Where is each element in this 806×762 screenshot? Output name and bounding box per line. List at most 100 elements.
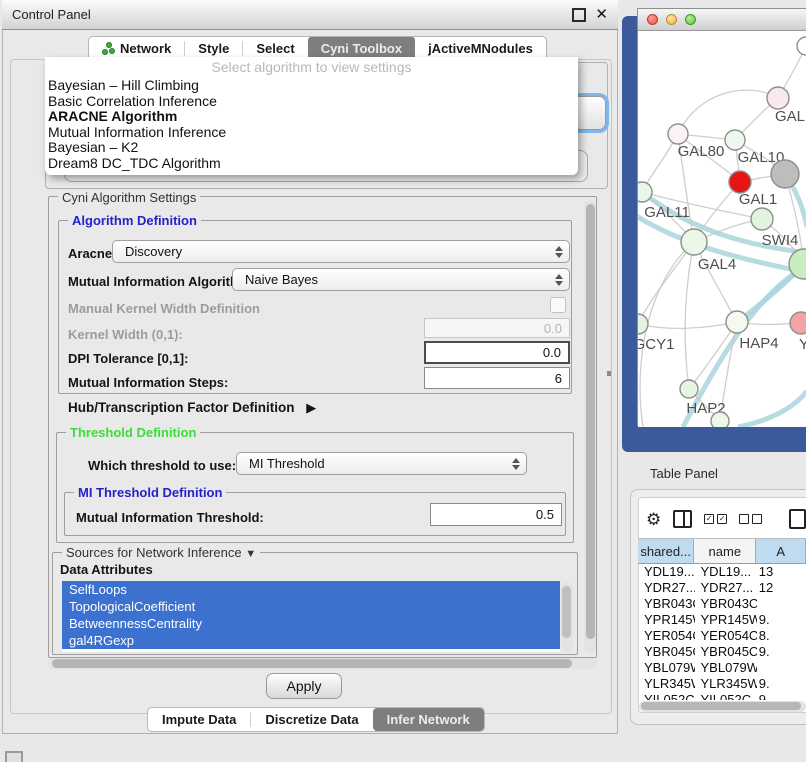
- which-threshold-combobox[interactable]: MI Threshold: [236, 452, 527, 475]
- network-node-label: Y: [799, 336, 806, 353]
- cyni-settings-group-title: Cyni Algorithm Settings: [58, 190, 200, 205]
- hub-definition-toggle[interactable]: Hub/Transcription Factor Definition ▶: [68, 400, 316, 416]
- network-node-hap4[interactable]: [726, 311, 748, 333]
- table-cell: YLR345W: [695, 676, 757, 692]
- tab-discretize-data[interactable]: Discretize Data: [251, 708, 372, 731]
- table-cell: YBR043C: [695, 596, 757, 612]
- table-cell: [757, 596, 806, 612]
- threshold-definition-title: Threshold Definition: [66, 425, 200, 440]
- network-node-swi4[interactable]: [751, 208, 773, 230]
- table-row[interactable]: YER054CYER054C8.: [638, 628, 806, 644]
- apply-button-label: Apply: [286, 678, 321, 694]
- aracne-mode-combobox[interactable]: Discovery: [112, 240, 570, 263]
- mi-threshold-group-title: MI Threshold Definition: [74, 485, 226, 500]
- settings-scrollbar-thumb[interactable]: [586, 204, 595, 639]
- network-node-label: GAL4: [698, 256, 736, 273]
- algorithm-option[interactable]: Dream8 DC_TDC Algorithm: [45, 156, 578, 172]
- zoom-traffic-icon[interactable]: [685, 14, 696, 25]
- algorithm-option[interactable]: Mutual Information Inference: [45, 125, 578, 141]
- table-row[interactable]: YDL19...YDL19...13: [638, 564, 806, 580]
- table-hscrollbar-thumb[interactable]: [641, 702, 801, 710]
- table-toolbar: ⚙ ✓✓: [640, 505, 806, 533]
- table-row[interactable]: YPR145WYPR145W9.: [638, 612, 806, 628]
- kernel-width-field[interactable]: 0.0: [424, 318, 570, 338]
- table-row[interactable]: YBL079WYBL079W: [638, 660, 806, 676]
- data-attribute-item[interactable]: gal4RGexp: [62, 632, 560, 649]
- table-cell: YBL079W: [638, 660, 695, 676]
- network-node-label: SWI4: [762, 232, 799, 249]
- collapse-down-icon: ▼: [245, 548, 256, 560]
- attr-list-scrollbar-thumb[interactable]: [562, 586, 571, 638]
- mi-steps-field[interactable]: 6: [424, 367, 570, 389]
- network-view-window: GALGAL80GAL10GAL1GAL11SWI4GAL4GCY1HAP4YH…: [637, 8, 806, 426]
- network-node[interactable]: [797, 37, 806, 55]
- columns-icon[interactable]: [673, 510, 692, 528]
- minimize-traffic-icon[interactable]: [666, 14, 677, 25]
- network-node-label: GAL11: [644, 204, 690, 221]
- network-node-y[interactable]: [790, 312, 806, 334]
- table-header-row: shared...nameA: [638, 538, 806, 564]
- data-attributes-list[interactable]: SelfLoopsTopologicalCoefficientBetweenne…: [62, 581, 560, 652]
- table-row[interactable]: YDR27...YDR27...12: [638, 580, 806, 596]
- column-header-a[interactable]: A: [756, 539, 806, 563]
- apply-button[interactable]: Apply: [266, 673, 342, 699]
- close-traffic-icon[interactable]: [647, 14, 658, 25]
- table-cell: [757, 660, 806, 676]
- table-row[interactable]: YBR043CYBR043C: [638, 596, 806, 612]
- algorithm-option[interactable]: Basic Correlation Inference: [45, 94, 578, 110]
- corner-widget[interactable]: [5, 751, 23, 762]
- network-node-label: GAL80: [678, 143, 725, 160]
- table-cell: YER054C: [638, 628, 695, 644]
- network-node-gal80[interactable]: [668, 124, 688, 144]
- network-node-hap2[interactable]: [680, 380, 698, 398]
- table-row[interactable]: YIL052CYIL052C9.: [638, 692, 806, 700]
- table-cell: 9.: [757, 612, 806, 628]
- network-window-titlebar: [638, 9, 806, 31]
- mi-threshold-field[interactable]: 0.5: [430, 503, 562, 526]
- manual-kernel-checkbox[interactable]: [550, 297, 566, 313]
- network-node-gal4[interactable]: [681, 229, 707, 255]
- close-icon[interactable]: ✕: [595, 7, 608, 22]
- network-node-gal10[interactable]: [725, 130, 745, 150]
- table-cell: YIL052C: [638, 692, 695, 700]
- dpi-tolerance-field[interactable]: 0.0: [424, 341, 570, 364]
- network-node-gal1[interactable]: [729, 171, 751, 193]
- panel-divider-handle[interactable]: [607, 371, 611, 376]
- table-row[interactable]: YLR345WYLR345W9.: [638, 676, 806, 692]
- hub-definition-label: Hub/Transcription Factor Definition: [68, 400, 295, 415]
- algorithm-option[interactable]: Bayesian – K2: [45, 140, 578, 156]
- mi-type-combobox[interactable]: Naive Bayes: [232, 268, 570, 291]
- column-header-shared[interactable]: shared...: [638, 539, 694, 563]
- data-attribute-item[interactable]: TopologicalCoefficient: [62, 598, 560, 615]
- gear-icon[interactable]: ⚙: [646, 511, 661, 528]
- tab-label: Network: [120, 41, 171, 56]
- stepper-icon: [555, 246, 563, 258]
- float-window-icon[interactable]: [572, 8, 586, 22]
- new-table-icon[interactable]: [789, 509, 806, 529]
- network-node-gal11[interactable]: [638, 182, 652, 202]
- algorithm-option[interactable]: ARACNE Algorithm: [45, 109, 578, 125]
- table-cell: 8.: [757, 628, 806, 644]
- column-header-name[interactable]: name: [694, 539, 756, 563]
- tab-infer-network[interactable]: Infer Network: [373, 708, 484, 731]
- network-node-gal[interactable]: [767, 87, 789, 109]
- algorithm-dropdown-popup: Select algorithm to view settings Bayesi…: [45, 57, 578, 175]
- network-node[interactable]: [771, 160, 799, 188]
- network-edge: [638, 322, 737, 328]
- algorithm-option[interactable]: Bayesian – Hill Climbing: [45, 78, 578, 94]
- select-all-checks-icon[interactable]: ✓✓: [704, 514, 727, 524]
- table-row[interactable]: YBR045CYBR045C9.: [638, 644, 806, 660]
- clear-all-checks-icon[interactable]: [739, 514, 762, 524]
- data-attribute-item[interactable]: SelfLoops: [62, 581, 560, 598]
- cyni-bottom-tabbar: Impute DataDiscretize DataInfer Network: [147, 707, 485, 732]
- settings-hscrollbar-thumb[interactable]: [52, 659, 572, 668]
- network-graph: GALGAL80GAL10GAL1GAL11SWI4GAL4GCY1HAP4YH…: [638, 31, 806, 427]
- network-edge: [689, 322, 737, 389]
- table-cell: YER054C: [695, 628, 757, 644]
- network-canvas[interactable]: GALGAL80GAL10GAL1GAL11SWI4GAL4GCY1HAP4YH…: [638, 31, 806, 427]
- data-attribute-item[interactable]: BetweennessCentrality: [62, 615, 560, 632]
- dpi-tolerance-label: DPI Tolerance [0,1]:: [68, 351, 188, 366]
- tab-impute-data[interactable]: Impute Data: [148, 708, 250, 731]
- sources-group-title[interactable]: Sources for Network Inference ▼: [62, 545, 260, 560]
- network-node[interactable]: [711, 412, 729, 427]
